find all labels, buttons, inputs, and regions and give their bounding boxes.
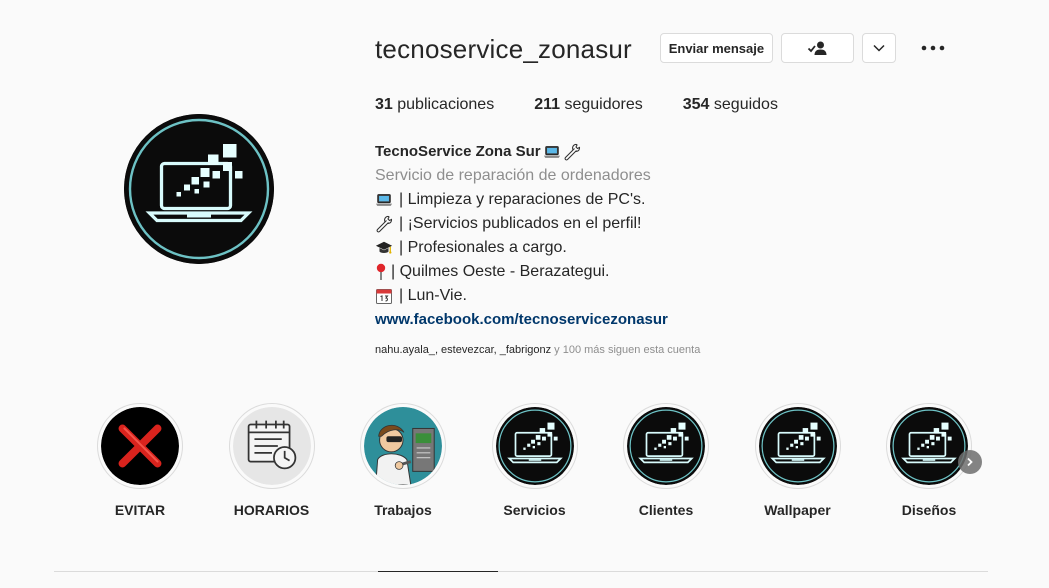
highlight-wallpaper[interactable]: Wallpaper <box>754 403 842 518</box>
bio-name-line: TecnoService Zona Sur <box>375 140 1015 164</box>
laptop-logo-icon <box>124 114 274 264</box>
bio-link-line: www.facebook.com/tecnoservicezonasur <box>375 308 1015 332</box>
highlight-label: Trabajos <box>374 502 432 518</box>
calendar-clock-icon <box>232 407 311 485</box>
bio-line-5: | Lun-Vie. <box>375 284 1015 308</box>
red-x-icon <box>101 407 179 485</box>
suggestions-dropdown-button[interactable] <box>861 33 896 63</box>
highlight-ring <box>754 403 841 489</box>
wrench-emoji-icon <box>564 143 580 161</box>
laptop-emoji-icon <box>543 146 560 158</box>
highlight-ring <box>228 403 315 489</box>
laptop-logo-icon <box>627 407 705 485</box>
laptop-emoji-icon <box>375 194 393 206</box>
laptop-logo-icon <box>890 407 968 485</box>
highlight-trabajos[interactable]: Trabajos <box>359 403 447 518</box>
display-name: TecnoService Zona Sur <box>375 143 541 160</box>
profile-bio: TecnoService Zona Sur Servicio de repara… <box>375 140 1015 332</box>
bio-text-3: | Profesionales a cargo. <box>399 239 567 256</box>
posts-count: 31 publicaciones <box>375 96 494 116</box>
following-number: 354 <box>682 96 710 113</box>
calendar-emoji-icon <box>376 289 392 304</box>
profile-header: tecnoservice_zonasur Enviar mensaje 31 p… <box>375 30 1015 356</box>
wrench-emoji-icon <box>376 215 393 233</box>
technician-icon <box>364 407 442 485</box>
highlight-ring <box>491 403 578 489</box>
bio-text-1: | Limpieza y reparaciones de PC's. <box>399 191 646 208</box>
highlight-label: Diseños <box>901 502 957 518</box>
chevron-right-icon <box>967 457 973 467</box>
tabs-divider <box>54 571 988 572</box>
profile-category: Servicio de reparación de ordenadores <box>375 167 651 184</box>
following-label: seguidos <box>713 96 778 113</box>
laptop-logo-icon <box>759 407 837 485</box>
profile-avatar[interactable] <box>124 114 274 264</box>
laptop-logo-icon <box>496 407 574 485</box>
bio-line-3: | Profesionales a cargo. <box>375 236 1015 260</box>
highlight-label: Wallpaper <box>764 502 831 518</box>
bio-line-1: | Limpieza y reparaciones de PC's. <box>375 188 1015 212</box>
following-button[interactable] <box>780 33 854 63</box>
highlight-ring <box>623 403 709 489</box>
followed-by-names: nahu.ayala_, estevezcar, _fabrigonz <box>375 344 552 356</box>
highlight-evitar[interactable]: EVITAR <box>96 403 184 518</box>
pushpin-emoji-icon <box>376 263 386 280</box>
send-message-button[interactable]: Enviar mensaje <box>659 33 773 63</box>
active-tab-indicator <box>378 571 498 572</box>
highlight-label: EVITAR <box>114 502 166 518</box>
highlight-clientes[interactable]: Clientes <box>622 403 710 518</box>
profile-stats: 31 publicaciones 211 seguidores 354 segu… <box>375 96 1015 116</box>
highlight-ring <box>360 403 446 489</box>
followed-by-rest: y 100 más siguen esta cuenta <box>551 344 701 356</box>
more-options-button[interactable] <box>920 33 946 63</box>
username: tecnoservice_zonasur <box>375 33 632 64</box>
following-link[interactable]: 354 seguidos <box>683 96 778 116</box>
highlight-servicios[interactable]: Servicios <box>491 403 579 518</box>
ellipsis-icon <box>921 45 945 51</box>
highlight-ring <box>97 403 183 489</box>
posts-number: 31 <box>375 96 393 113</box>
bio-line-4: | Quilmes Oeste - Berazategui. <box>375 260 1015 284</box>
highlight-label: HORARIOS <box>233 502 310 518</box>
bio-text-5: | Lun-Vie. <box>399 287 467 304</box>
posts-label: publicaciones <box>397 96 495 113</box>
person-check-icon <box>808 41 827 55</box>
followed-by[interactable]: nahu.ayala_, estevezcar, _fabrigonz y 10… <box>375 344 1015 356</box>
highlight-horarios[interactable]: HORARIOS <box>228 403 316 518</box>
story-highlights: EVITAR HORARIOS Trabajos Servicios Clien… <box>96 403 973 518</box>
chevron-down-icon <box>873 44 885 52</box>
highlight-label: Clientes <box>638 502 694 518</box>
bio-line-2: | ¡Servicios publicados en el perfil! <box>375 212 1015 236</box>
followers-number: 211 <box>534 96 561 113</box>
bio-text-4: | Quilmes Oeste - Berazategui. <box>391 263 610 280</box>
highlights-next-button[interactable] <box>958 450 982 474</box>
highlight-label: Servicios <box>503 502 566 518</box>
highlight-ring <box>886 403 972 489</box>
bio-text-2: | ¡Servicios publicados en el perfil! <box>399 215 642 232</box>
graduation-cap-emoji-icon <box>375 241 393 254</box>
website-link[interactable]: www.facebook.com/tecnoservicezonasur <box>375 311 668 328</box>
followers-link[interactable]: 211 seguidores <box>534 96 643 116</box>
followers-label: seguidores <box>564 96 643 113</box>
profile-top-row: tecnoservice_zonasur Enviar mensaje <box>375 30 1015 66</box>
